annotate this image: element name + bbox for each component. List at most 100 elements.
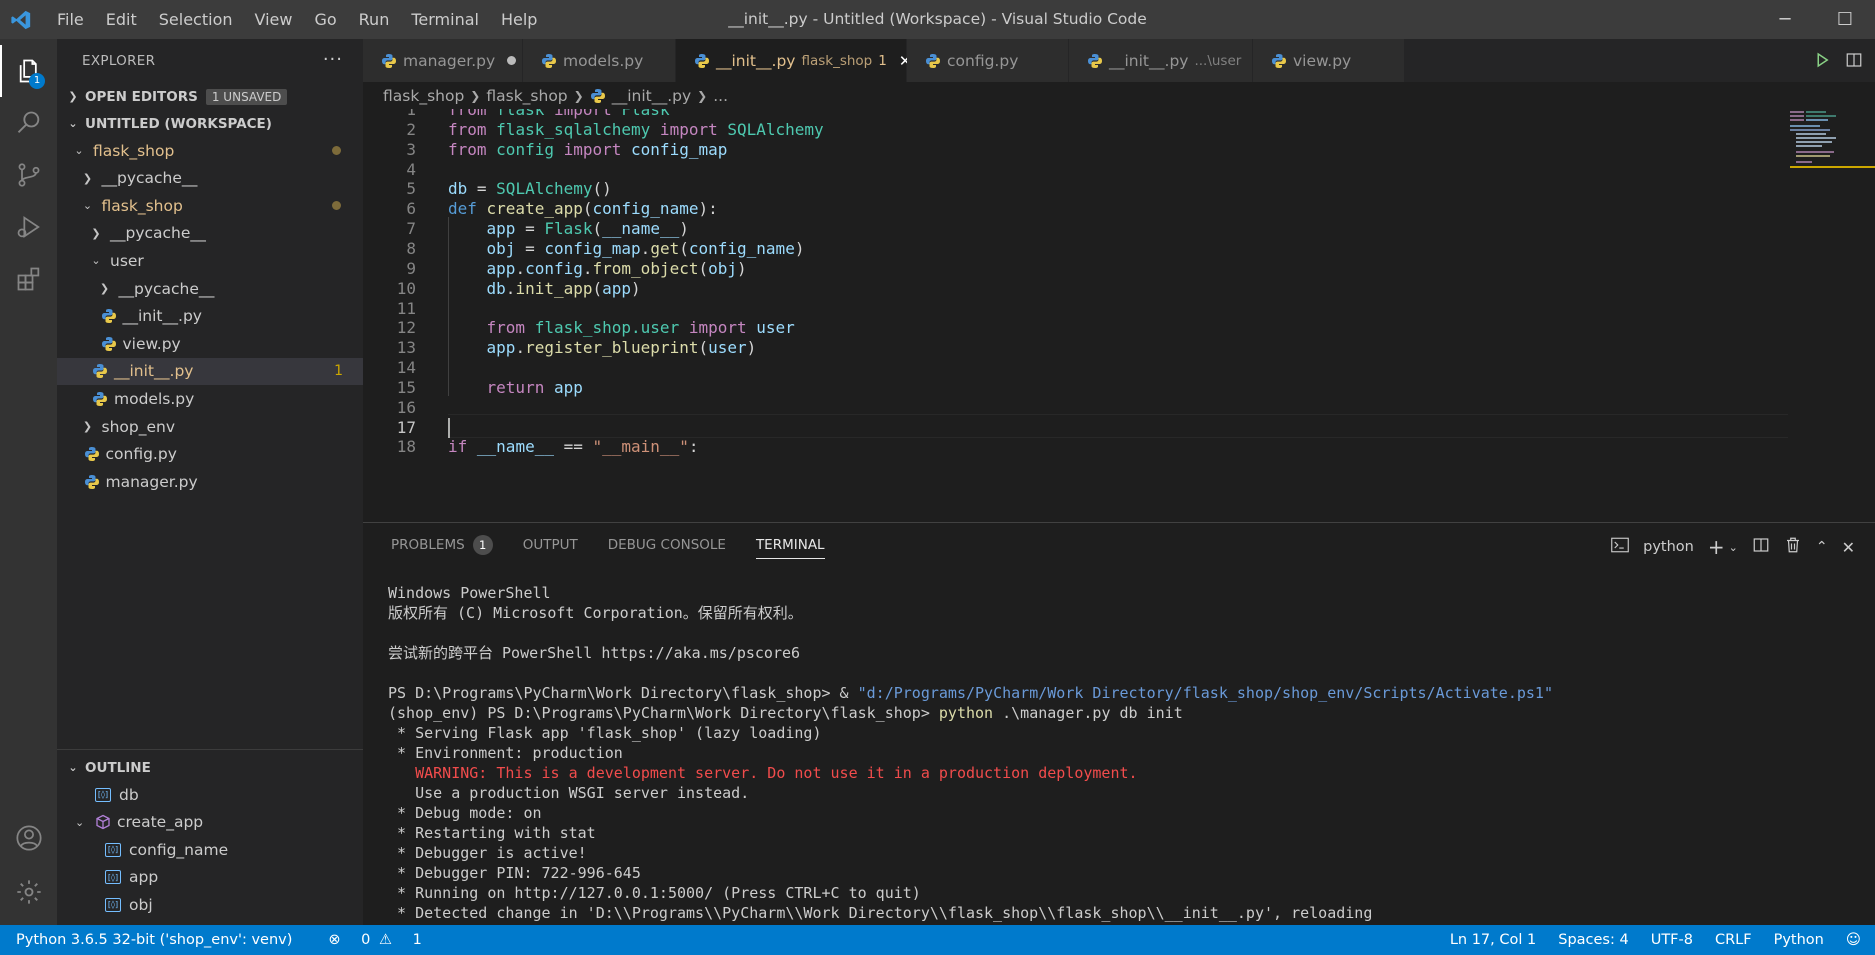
outline-item[interactable]: [◊] config_name	[57, 836, 363, 864]
code-editor[interactable]: 1 from flask import Flask 2 from flask_sqla…	[363, 109, 1875, 522]
editor-tab[interactable]: view.py	[1253, 39, 1405, 82]
editor-tab[interactable]: manager.py	[363, 39, 523, 82]
folder-item[interactable]: ⌄ flask_shop	[57, 192, 363, 219]
breadcrumb-item[interactable]: __init__.py	[612, 87, 691, 105]
menu-file[interactable]: File	[46, 0, 95, 39]
file-item[interactable]: __init__.py	[57, 303, 363, 330]
cursor-position[interactable]: Ln 17, Col 1	[1450, 932, 1536, 948]
accounts-icon[interactable]	[0, 812, 57, 864]
tab-description: ...\user	[1194, 52, 1242, 69]
outline-label: create_app	[117, 813, 204, 832]
folder-item[interactable]: ❯ __pycache__	[57, 220, 363, 247]
language-mode[interactable]: Python	[1774, 932, 1824, 948]
panel-tab-terminal[interactable]: TERMINAL	[755, 523, 825, 567]
run-python-file-icon[interactable]	[1813, 51, 1831, 69]
terminal-text: * Debugger is active!	[388, 844, 587, 862]
outline-label: db	[119, 785, 139, 804]
line-number: 18	[396, 437, 416, 457]
terminal-output[interactable]: Windows PowerShell 版权所有 (C) Microsoft Cor…	[388, 583, 1553, 923]
terminal-icon	[1611, 537, 1629, 557]
file-label: shop_env	[101, 417, 176, 436]
editor-tab[interactable]: models.py	[523, 39, 676, 82]
new-terminal-icon[interactable]: +	[1708, 535, 1725, 559]
folder-item[interactable]: ⌄ user	[57, 247, 363, 274]
outline-item[interactable]: [◊] obj	[57, 891, 363, 919]
outline-item[interactable]: [◊] app	[57, 864, 363, 892]
folder-item[interactable]: ⌄ flask_shop	[57, 137, 363, 164]
token: app	[553, 377, 583, 397]
minimize-button[interactable]: ─	[1755, 0, 1815, 39]
token: )	[794, 238, 805, 258]
file-item[interactable]: __init__.py 1	[57, 357, 363, 385]
terminal-text: * Detected change in 'D:\\Programs\\PyCh…	[388, 904, 1373, 922]
terminal-text: * Debug mode: on	[388, 804, 542, 822]
outline-item[interactable]: [◊] db	[57, 781, 363, 809]
outline-header[interactable]: ⌄ OUTLINE	[57, 754, 363, 781]
token: config_map	[631, 139, 728, 159]
folder-item[interactable]: ❯ __pycache__	[57, 165, 363, 192]
file-item[interactable]: models.py	[57, 385, 363, 412]
editor-tab[interactable]: config.py	[907, 39, 1069, 82]
file-item[interactable]: manager.py	[57, 468, 363, 495]
breadcrumb-item[interactable]: flask_shop	[383, 87, 464, 105]
problems-status[interactable]: ⊗ 0 ⚠ 1	[312, 932, 421, 948]
folder-item[interactable]: ❯ __pycache__	[57, 275, 363, 302]
open-editors-section[interactable]: ❯ OPEN EDITORS 1 UNSAVED	[57, 83, 363, 110]
chevron-down-icon: ⌄	[82, 199, 93, 213]
terminal-text: * Debugger PIN: 722-996-645	[388, 864, 641, 882]
menu-go[interactable]: Go	[303, 0, 347, 39]
terminal-line: Windows PowerShell	[388, 583, 1553, 603]
close-panel-icon[interactable]: ✕	[1842, 538, 1855, 557]
menu-terminal[interactable]: Terminal	[400, 0, 490, 39]
menu-edit[interactable]: Edit	[95, 0, 148, 39]
menu-run[interactable]: Run	[348, 0, 401, 39]
menu-selection[interactable]: Selection	[148, 0, 244, 39]
indentation[interactable]: Spaces: 4	[1558, 932, 1628, 948]
source-control-icon[interactable]	[0, 149, 57, 201]
token: import	[553, 139, 632, 159]
unsaved-dot-icon[interactable]	[507, 56, 517, 65]
extensions-icon[interactable]	[0, 253, 57, 305]
panel-tab-debug-console[interactable]: DEBUG CONSOLE	[608, 523, 726, 567]
chevron-down-icon[interactable]: ⌄	[1729, 541, 1738, 554]
outline-item[interactable]: ⌄ create_app	[57, 809, 363, 837]
search-icon[interactable]	[0, 97, 57, 149]
file-item[interactable]: config.py	[57, 441, 363, 468]
chevron-up-icon[interactable]: ⌃	[1816, 539, 1828, 555]
python-interpreter[interactable]: Python 3.6.5 32-bit ('shop_env': venv)	[16, 932, 292, 948]
python-file-icon	[590, 88, 606, 104]
split-editor-icon[interactable]	[1845, 51, 1863, 69]
panel-tab-problems[interactable]: PROBLEMS 1	[391, 523, 493, 567]
file-item[interactable]: view.py	[57, 330, 363, 357]
maximize-button[interactable]: ☐	[1815, 0, 1875, 39]
editor-tab[interactable]: __init__.py ...\user	[1069, 39, 1253, 82]
encoding[interactable]: UTF-8	[1651, 932, 1693, 948]
workspace-section[interactable]: ⌄ UNTITLED (WORKSPACE)	[57, 110, 363, 137]
terminal-name[interactable]: python	[1643, 539, 1694, 555]
token: ):	[698, 199, 718, 219]
line-ending[interactable]: CRLF	[1715, 932, 1752, 948]
token: (	[679, 238, 689, 258]
panel-tab-output[interactable]: OUTPUT	[523, 523, 578, 567]
minimap[interactable]	[1788, 109, 1875, 522]
menu-view[interactable]: View	[244, 0, 304, 39]
kill-terminal-trash-icon[interactable]	[1784, 536, 1802, 558]
settings-gear-icon[interactable]	[0, 866, 57, 918]
more-actions-icon[interactable]: ···	[323, 49, 343, 70]
token: create_app	[486, 199, 583, 219]
run-debug-icon[interactable]	[0, 201, 57, 253]
breadcrumb-item[interactable]: flask_shop	[486, 87, 567, 105]
folder-item[interactable]: ❯ shop_env	[57, 413, 363, 440]
token: (	[698, 258, 709, 278]
terminal-line: (shop_env) PS D:\Programs\PyCharm\Work D…	[388, 703, 1553, 723]
token: config	[496, 139, 554, 159]
split-terminal-icon[interactable]	[1752, 536, 1770, 558]
feedback-icon[interactable]: ☺	[1846, 932, 1861, 948]
explorer-icon[interactable]: 1	[0, 45, 57, 97]
menu-help[interactable]: Help	[490, 0, 548, 39]
editor-tab[interactable]: __init__.py flask_shop 1 ✕	[676, 39, 911, 82]
breadcrumb-item[interactable]: ...	[713, 87, 728, 105]
chevron-down-icon: ⌄	[68, 761, 78, 774]
variable-icon: [◊]	[105, 870, 121, 885]
